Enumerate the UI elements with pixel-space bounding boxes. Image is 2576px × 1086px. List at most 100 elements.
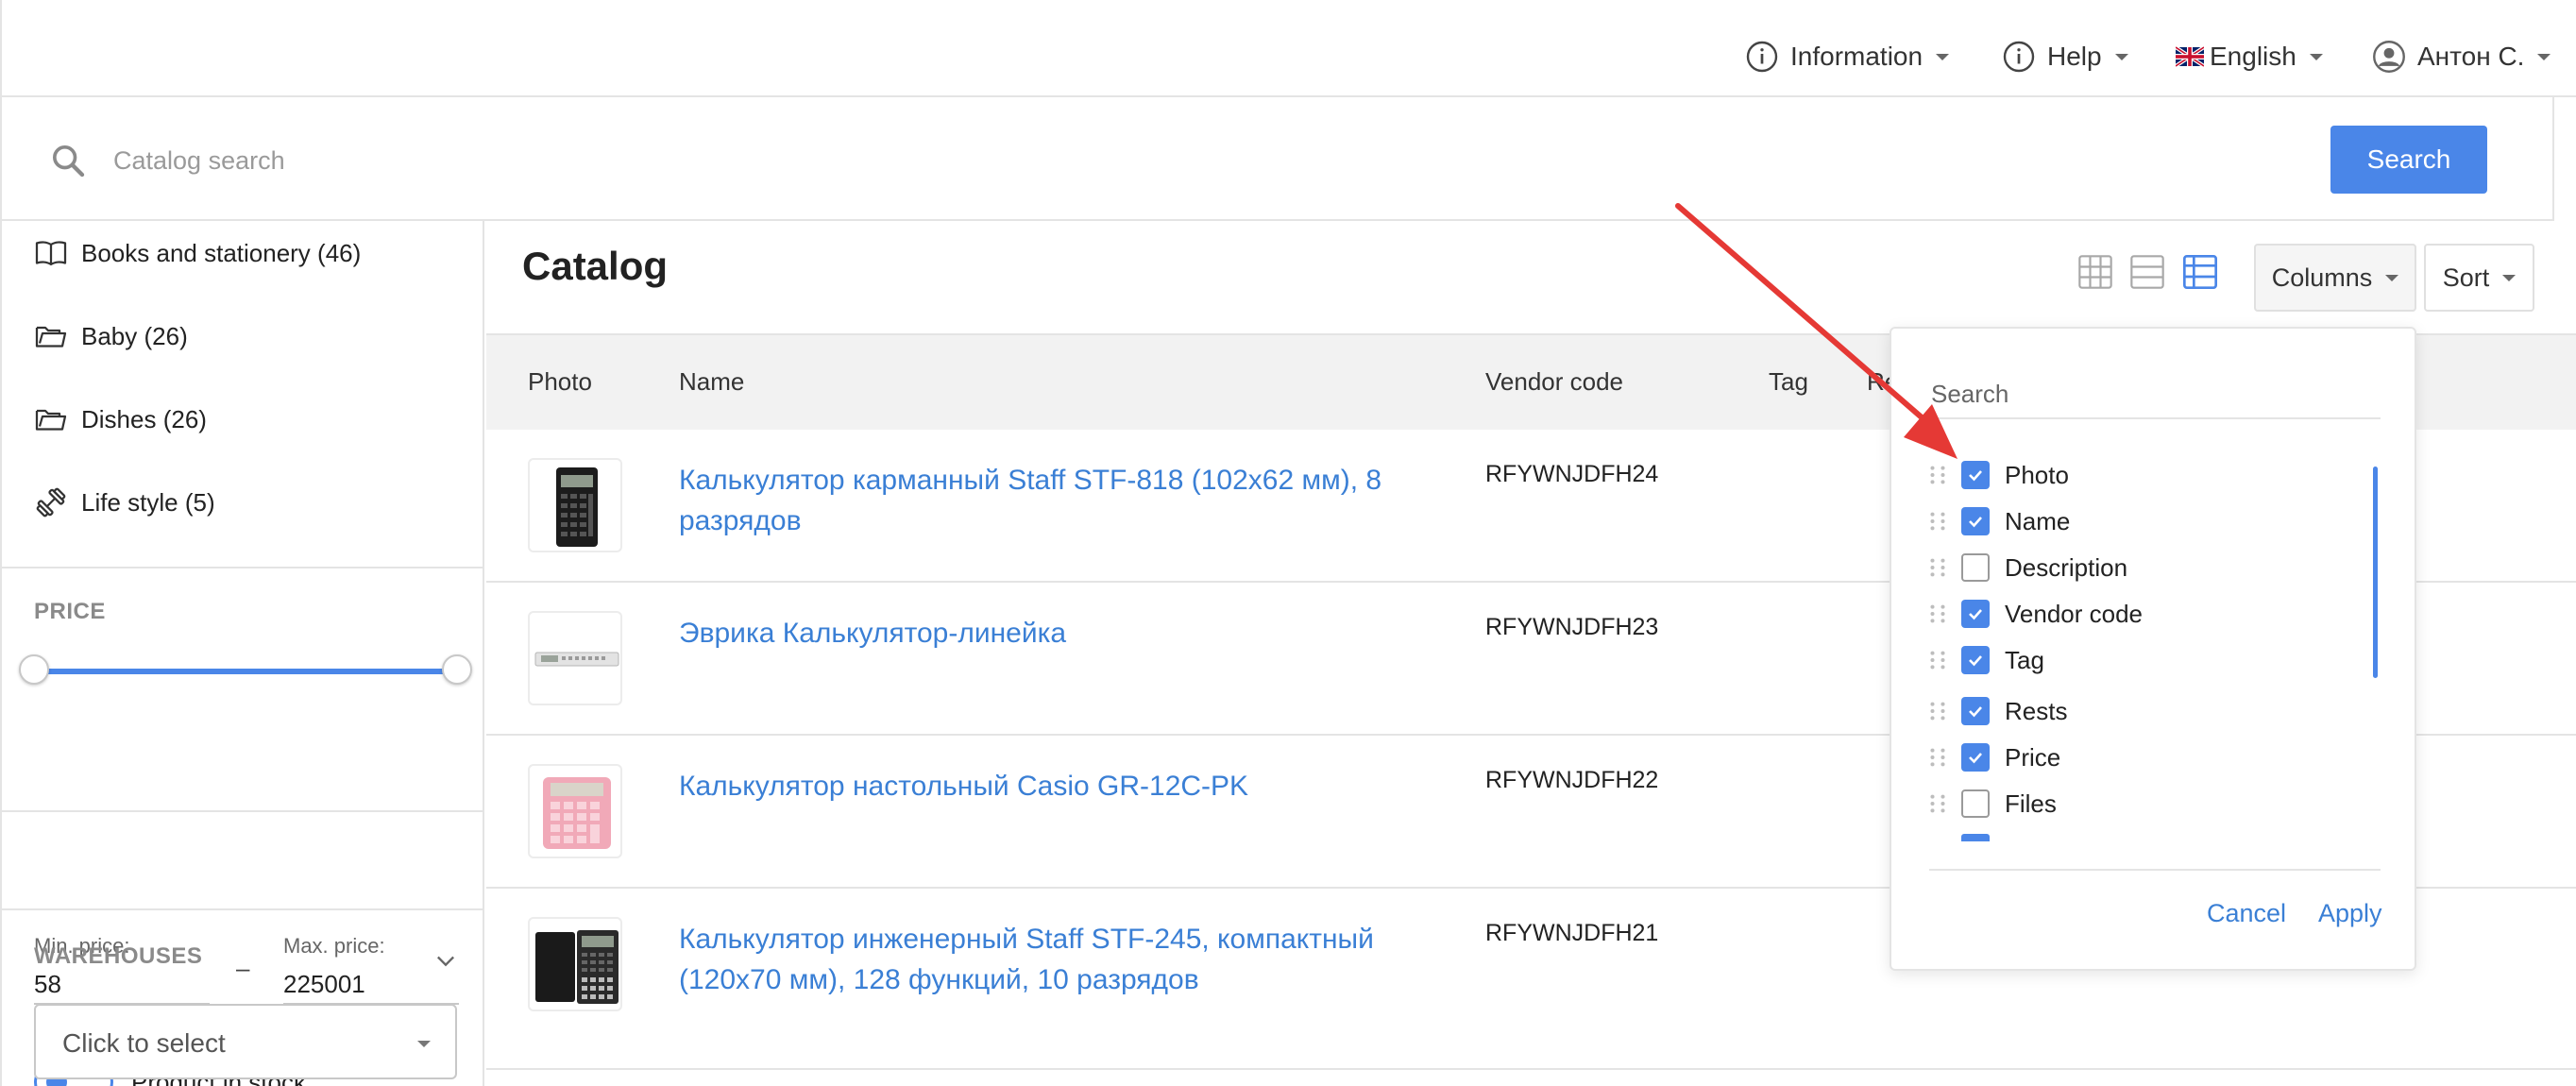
table-view-icon[interactable]: [2181, 253, 2219, 291]
dropdown-scrollbar[interactable]: [2373, 467, 2378, 678]
chevron-down-icon: [2537, 53, 2551, 60]
column-checklist-continued: Rests Price Files: [1927, 692, 2381, 853]
list-view-icon[interactable]: [2128, 253, 2166, 291]
price-range-dash: –: [236, 954, 250, 982]
price-range-slider[interactable]: [34, 669, 457, 674]
drag-handle-icon[interactable]: [1927, 603, 1948, 624]
columns-button[interactable]: Columns: [2254, 244, 2416, 312]
information-menu[interactable]: Information: [1745, 36, 1950, 77]
column-option-label: Price: [2005, 742, 2061, 772]
column-option-label: Description: [2005, 552, 2128, 582]
category-books-and-stationery[interactable]: Books and stationery (46): [34, 232, 361, 274]
product-name-link[interactable]: Калькулятор карманный Staff STF-818 (102…: [679, 460, 1415, 541]
product-name-link[interactable]: Калькулятор настольный Casio GR-12C-PK: [679, 766, 1415, 806]
checkbox-checked[interactable]: [1961, 600, 1990, 628]
apply-button[interactable]: Apply: [2318, 899, 2382, 928]
category-label: Life style (5): [81, 487, 215, 517]
calculator-image: [556, 467, 598, 547]
catalog-search-input[interactable]: [113, 139, 2285, 182]
user-avatar-icon: [2373, 41, 2405, 73]
column-option-files[interactable]: Files: [1927, 785, 2057, 823]
user-menu-label: Антон С.: [2417, 42, 2525, 71]
category-life-style[interactable]: Life style (5): [34, 482, 215, 523]
warehouse-select[interactable]: Click to select: [34, 1004, 457, 1079]
catalog-search-bar: Search: [0, 97, 2554, 221]
category-baby[interactable]: Baby (26): [34, 315, 188, 357]
checkbox-checked[interactable]: [1961, 697, 1990, 725]
product-name-link[interactable]: Калькулятор инженерный Staff STF-245, ко…: [679, 919, 1415, 1000]
info-icon: [2003, 41, 2035, 73]
checkbox-checked[interactable]: [1961, 507, 1990, 535]
column-option-label: Rests: [2005, 696, 2068, 725]
top-navbar: Information Help English Антон С.: [0, 0, 2576, 97]
cancel-button[interactable]: Cancel: [2207, 899, 2286, 928]
search-icon: [53, 145, 85, 178]
column-header-photo[interactable]: Photo: [528, 367, 592, 397]
book-icon: [35, 241, 67, 266]
column-option-name[interactable]: Name: [1927, 502, 2070, 540]
column-option-label: Name: [2005, 506, 2071, 535]
drag-handle-icon[interactable]: [1927, 650, 1948, 670]
checkbox-checked[interactable]: [1961, 743, 1990, 772]
drag-handle-icon[interactable]: [1927, 701, 1948, 721]
grid-view-icon[interactable]: [2076, 253, 2114, 291]
column-header-vendor-code[interactable]: Vendor code: [1485, 367, 1623, 397]
checkbox-checked[interactable]: [1961, 461, 1990, 489]
product-photo[interactable]: [528, 917, 622, 1011]
column-option-photo[interactable]: Photo: [1927, 456, 2069, 494]
drag-handle-icon[interactable]: [1927, 557, 1948, 578]
checkmark-icon: [1969, 609, 1982, 620]
vendor-code: RFYWNJDFH23: [1485, 614, 1659, 640]
category-label: Dishes (26): [81, 404, 207, 433]
column-option-description[interactable]: Description: [1927, 549, 2127, 586]
product-photo[interactable]: [528, 611, 622, 705]
checkbox-checked[interactable]: [1961, 646, 1990, 674]
drag-handle-icon[interactable]: [1927, 465, 1948, 485]
category-dishes[interactable]: Dishes (26): [34, 399, 207, 440]
columns-search-input[interactable]: [1931, 370, 2381, 419]
column-option-tag[interactable]: Tag: [1927, 641, 2044, 679]
min-price-input[interactable]: [34, 965, 210, 1005]
divider: [2, 567, 484, 568]
product-name-link[interactable]: Эврика Калькулятор-линейка: [679, 613, 1415, 653]
price-min-handle[interactable]: [19, 654, 49, 685]
column-option-vendor-code[interactable]: Vendor code: [1927, 595, 2143, 633]
drag-handle-icon[interactable]: [1927, 511, 1948, 532]
chevron-down-icon: [417, 1041, 431, 1047]
product-photo[interactable]: [528, 458, 622, 552]
vendor-code: RFYWNJDFH21: [1485, 920, 1659, 946]
column-option-label: Tag: [2005, 645, 2044, 674]
sort-button[interactable]: Sort: [2424, 244, 2534, 312]
columns-button-label: Columns: [2271, 263, 2373, 292]
checkbox-unchecked[interactable]: [1961, 553, 1990, 582]
language-menu-label: English: [2210, 42, 2296, 71]
chevron-down-icon: [2114, 53, 2128, 60]
price-section-title: PRICE: [34, 599, 106, 624]
checkmark-icon: [1969, 753, 1982, 764]
column-header-name[interactable]: Name: [679, 367, 744, 397]
page-title: Catalog: [522, 244, 669, 288]
column-checklist: Photo Name Description Vendor code Tag: [1927, 456, 2381, 692]
column-option-rests[interactable]: Rests: [1927, 692, 2067, 730]
column-header-tag[interactable]: Tag: [1769, 367, 1808, 397]
column-option-label: Vendor code: [2005, 599, 2144, 628]
price-max-handle[interactable]: [442, 654, 472, 685]
warehouses-section-title: WAREHOUSES: [34, 943, 203, 969]
help-menu[interactable]: Help: [2002, 36, 2128, 77]
checkbox-unchecked[interactable]: [1961, 789, 1990, 818]
drag-handle-icon[interactable]: [1927, 793, 1948, 814]
language-menu[interactable]: English: [2176, 36, 2323, 77]
ruler-calculator-image: [534, 652, 619, 667]
product-photo[interactable]: [528, 764, 622, 858]
chevron-down-icon: [2309, 53, 2323, 60]
filter-sidebar: Books and stationery (46) Baby (26) Dish…: [0, 221, 484, 1086]
chevron-down-icon[interactable]: [432, 947, 459, 974]
dumbbell-icon: [36, 487, 66, 518]
sort-button-label: Sort: [2442, 263, 2490, 292]
checkmark-icon: [1969, 655, 1982, 667]
user-menu[interactable]: Антон С.: [2372, 36, 2551, 77]
column-option-price[interactable]: Price: [1927, 738, 2060, 776]
drag-handle-icon[interactable]: [1927, 747, 1948, 768]
search-button[interactable]: Search: [2330, 126, 2487, 194]
warehouse-select-placeholder: Click to select: [62, 1028, 226, 1058]
